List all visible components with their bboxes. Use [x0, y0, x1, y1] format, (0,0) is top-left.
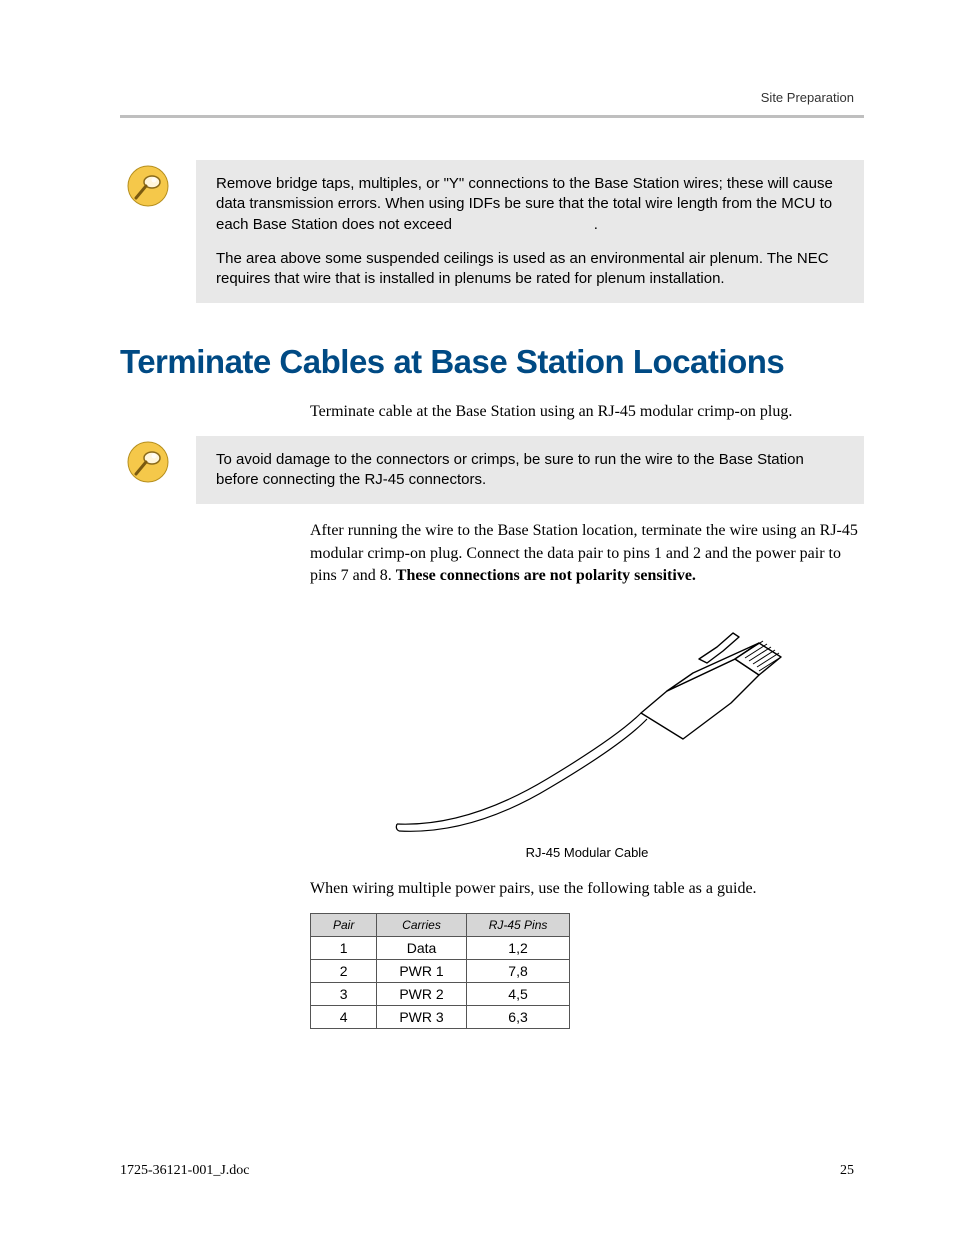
table-header-pair: Pair — [311, 913, 377, 936]
note1-para1: Remove bridge taps, multiples, or "Y" co… — [216, 174, 844, 235]
termination-paragraph: After running the wire to the Base Stati… — [310, 520, 864, 587]
footer-doc: 1725-36121-001_J.doc — [120, 1163, 250, 1179]
intro-paragraph: Terminate cable at the Base Station usin… — [310, 401, 864, 423]
note-body-2: To avoid damage to the connectors or cri… — [196, 436, 864, 505]
note-body-1: Remove bridge taps, multiples, or "Y" co… — [196, 160, 864, 303]
table-header-row: Pair Carries RJ-45 Pins — [311, 913, 570, 936]
footer-page: 25 — [840, 1163, 854, 1179]
pinout-table: Pair Carries RJ-45 Pins 1 Data 1,2 2 PWR… — [310, 913, 570, 1029]
note2-para1: To avoid damage to the connectors or cri… — [216, 450, 844, 491]
pushpin-icon — [120, 436, 176, 484]
table-row: 3 PWR 2 4,5 — [311, 982, 570, 1005]
note1-para2: The area above some suspended ceilings i… — [216, 249, 844, 290]
pinout-table-wrap: Pair Carries RJ-45 Pins 1 Data 1,2 2 PWR… — [310, 913, 864, 1029]
rj45-connector-illustration — [387, 599, 787, 839]
table-row: 2 PWR 1 7,8 — [311, 959, 570, 982]
note-block-2: To avoid damage to the connectors or cri… — [120, 436, 864, 505]
page: Site Preparation Remove bridge taps, mul… — [0, 0, 954, 1235]
note-block-1: Remove bridge taps, multiples, or "Y" co… — [120, 160, 864, 303]
footer: 1725-36121-001_J.doc 25 — [120, 1163, 854, 1179]
header-rule — [120, 115, 864, 118]
table-header-pins: RJ-45 Pins — [466, 913, 570, 936]
table-intro: When wiring multiple power pairs, use th… — [310, 878, 864, 900]
rj45-figure: RJ-45 Modular Cable — [310, 599, 864, 860]
section-heading: Terminate Cables at Base Station Locatio… — [120, 343, 864, 381]
figure-caption: RJ-45 Modular Cable — [310, 845, 864, 860]
table-header-carries: Carries — [377, 913, 466, 936]
header-section: Site Preparation — [761, 90, 854, 105]
table-row: 4 PWR 3 6,3 — [311, 1005, 570, 1028]
pushpin-icon — [120, 160, 176, 208]
table-row: 1 Data 1,2 — [311, 936, 570, 959]
